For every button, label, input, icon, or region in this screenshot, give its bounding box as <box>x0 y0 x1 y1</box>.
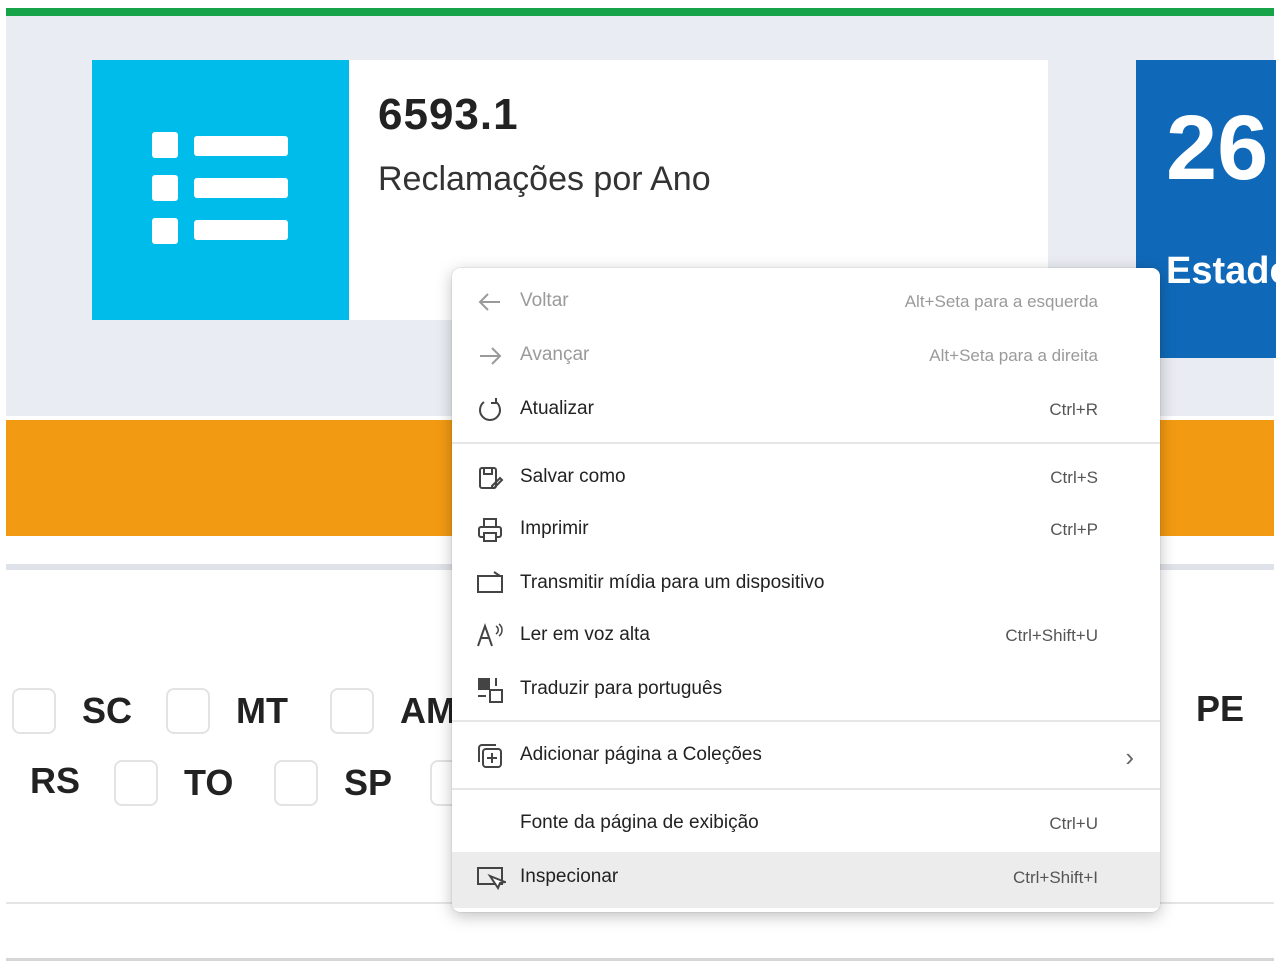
menu-item-label: Traduzir para português <box>520 678 723 699</box>
menu-item-label: Inspecionar <box>520 866 619 887</box>
menu-separator <box>452 788 1160 790</box>
menu-item-label: Imprimir <box>520 518 589 539</box>
complaints-label: Reclamações por Ano <box>378 160 711 198</box>
complaints-value: 6593.1 <box>378 90 519 139</box>
menu-item-shortcut: Ctrl+S <box>1050 468 1098 487</box>
checkbox[interactable] <box>274 760 318 806</box>
checkbox[interactable] <box>166 688 210 734</box>
menu-item-shortcut: Alt+Seta para a esquerda <box>904 292 1098 311</box>
menu-separator <box>452 442 1160 444</box>
menu-item-add-to-collections[interactable]: Adicionar página a Coleções › <box>452 730 1160 782</box>
menu-item-forward[interactable]: Avançar Alt+Seta para a direita <box>452 330 1160 382</box>
state-filter-pe[interactable]: PE <box>1196 688 1244 730</box>
translate-icon <box>474 674 506 706</box>
top-accent-bar <box>6 8 1274 16</box>
menu-item-shortcut: Ctrl+Shift+U <box>1005 626 1098 645</box>
arrow-left-icon <box>474 286 506 318</box>
menu-item-read-aloud[interactable]: Ler em voz alta Ctrl+Shift+U <box>452 610 1160 662</box>
printer-icon <box>474 514 506 546</box>
state-label: RS <box>30 760 81 801</box>
menu-item-shortcut: Ctrl+U <box>1049 814 1098 833</box>
list-icon <box>152 132 288 244</box>
state-filter-sc[interactable]: SC <box>12 688 132 734</box>
checkbox[interactable] <box>430 760 452 806</box>
states-label: Estado <box>1166 250 1276 292</box>
menu-item-shortcut: Ctrl+Shift+I <box>1012 868 1098 887</box>
collections-icon <box>474 740 506 772</box>
menu-item-view-source[interactable]: Fonte da página de exibição Ctrl+U <box>452 798 1160 850</box>
menu-item-label: Adicionar página a Coleções <box>520 744 762 765</box>
checkbox[interactable] <box>330 688 374 734</box>
state-filter-am[interactable]: AM <box>330 688 456 734</box>
save-as-icon <box>474 462 506 494</box>
state-label: MT <box>236 690 288 731</box>
menu-item-save-as[interactable]: Salvar como Ctrl+S <box>452 452 1160 504</box>
state-filter-sp[interactable]: SP <box>274 760 392 806</box>
cast-icon <box>474 568 506 600</box>
menu-item-translate[interactable]: Traduzir para português <box>452 664 1160 716</box>
state-label: SC <box>82 690 133 731</box>
menu-item-label: Fonte da página de exibição <box>520 812 759 833</box>
chevron-right-icon: › <box>1125 742 1134 772</box>
menu-item-label: Ler em voz alta <box>520 624 650 645</box>
state-filter-mt[interactable]: MT <box>166 688 288 734</box>
reload-icon <box>474 394 506 426</box>
state-label: AM <box>400 690 456 731</box>
menu-item-back[interactable]: Voltar Alt+Seta para a esquerda <box>452 276 1160 328</box>
complaints-card-icon-box <box>92 60 349 320</box>
arrow-right-icon <box>474 340 506 372</box>
inspect-icon <box>474 862 509 894</box>
menu-item-cast[interactable]: Transmitir mídia para um dispositivo <box>452 558 1160 610</box>
bottom-scroll-edge <box>6 958 1274 961</box>
state-label: TO <box>184 762 234 803</box>
state-filter-partial[interactable] <box>430 760 452 806</box>
checkbox[interactable] <box>114 760 158 806</box>
state-filter-rs[interactable]: RS <box>30 760 80 802</box>
menu-item-shortcut: Alt+Seta para a direita <box>929 346 1098 365</box>
state-label: PE <box>1196 688 1245 729</box>
menu-item-label: Transmitir mídia para um dispositivo <box>520 572 825 593</box>
menu-item-shortcut: Ctrl+P <box>1050 520 1098 539</box>
menu-item-shortcut: Ctrl+R <box>1049 400 1098 419</box>
context-menu: Voltar Alt+Seta para a esquerda Avançar … <box>452 268 1160 912</box>
menu-item-label: Salvar como <box>520 466 626 487</box>
menu-item-reload[interactable]: Atualizar Ctrl+R <box>452 384 1160 436</box>
state-label: SP <box>344 762 393 803</box>
menu-item-label: Voltar <box>520 290 569 311</box>
checkbox[interactable] <box>12 688 56 734</box>
menu-separator <box>452 720 1160 722</box>
state-filter-to[interactable]: TO <box>114 760 233 806</box>
menu-item-inspect[interactable]: Inspecionar Ctrl+Shift+I <box>452 852 1160 908</box>
menu-item-label: Atualizar <box>520 398 594 419</box>
states-value: 26 <box>1166 97 1269 199</box>
menu-item-print[interactable]: Imprimir Ctrl+P <box>452 504 1160 556</box>
menu-item-label: Avançar <box>520 344 590 365</box>
read-aloud-icon <box>474 620 506 652</box>
